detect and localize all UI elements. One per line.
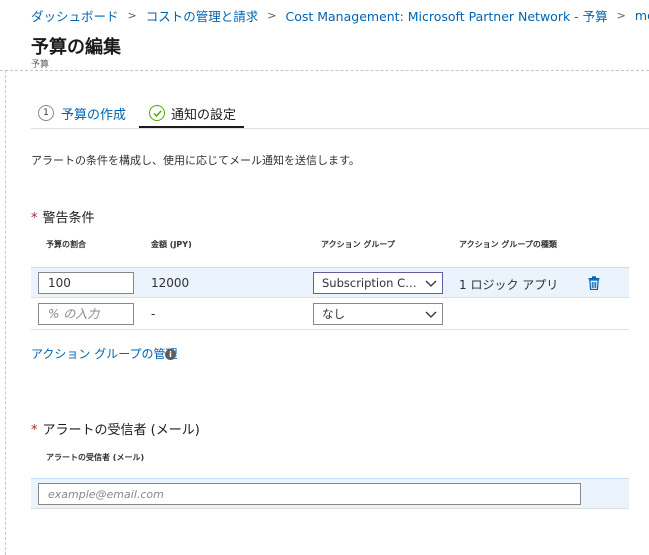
checkmark-icon xyxy=(149,105,165,121)
column-header-action-group-type: アクション グループの種類 xyxy=(459,240,557,249)
chevron-right-icon: > xyxy=(267,8,277,22)
alert-conditions-title: * 警告条件 xyxy=(31,207,95,226)
tab-notification-settings[interactable]: 通知の設定 xyxy=(139,99,245,128)
wizard-tabs: 1 予算の作成 通知の設定 xyxy=(31,99,649,129)
amount-value: - xyxy=(151,307,156,321)
alert-conditions-title-text: 警告条件 xyxy=(42,211,95,226)
recipients-title: * アラートの受信者 (メール) xyxy=(31,419,200,438)
step-number-badge: 1 xyxy=(38,105,54,121)
delete-trash-icon[interactable] xyxy=(588,275,600,294)
blade-left-border xyxy=(5,70,6,555)
column-header-recipients: アラートの受信者 (メール) xyxy=(46,453,145,462)
column-header-action-group: アクション グループ xyxy=(321,240,395,249)
manage-action-groups-link[interactable]: アクション グループの管理 xyxy=(31,345,178,362)
chevron-right-icon: > xyxy=(616,8,626,22)
tab-create-budget-label: 予算の作成 xyxy=(61,107,127,123)
action-group-dropdown[interactable]: Subscription Cos... xyxy=(313,272,443,294)
email-recipient-input[interactable] xyxy=(38,483,581,505)
breadcrumb-cost-management-budgets[interactable]: Cost Management: Microsoft Partner Netwo… xyxy=(285,6,607,25)
chevron-down-icon xyxy=(420,280,442,287)
tab-create-budget[interactable]: 1 予算の作成 xyxy=(38,99,126,127)
tab-notification-settings-label: 通知の設定 xyxy=(171,107,237,123)
email-row[interactable] xyxy=(31,478,629,509)
header-divider xyxy=(0,70,649,71)
column-header-amount: 金額 (JPY) xyxy=(151,240,192,249)
breadcrumb-cost-management-billing[interactable]: コストの管理と請求 xyxy=(146,6,259,25)
action-group-selected: なし xyxy=(322,307,345,321)
table-row[interactable]: 12000 Subscription Cos... 1 ロジック アプリ xyxy=(31,267,629,298)
breadcrumb-dashboard[interactable]: ダッシュボード xyxy=(31,6,119,25)
table-row[interactable]: - なし xyxy=(31,299,629,330)
action-group-type-value: 1 ロジック アプリ xyxy=(459,278,559,292)
budget-percent-input[interactable] xyxy=(38,272,134,294)
required-marker: * xyxy=(31,423,38,438)
chevron-down-icon xyxy=(420,311,442,318)
action-group-dropdown[interactable]: なし xyxy=(313,303,443,325)
page-title: 予算の編集 xyxy=(31,37,121,58)
page-subtitle: 予算 xyxy=(31,60,50,70)
info-icon[interactable]: i xyxy=(165,349,176,360)
budget-percent-input[interactable] xyxy=(38,303,134,325)
breadcrumb: ダッシュボード > コストの管理と請求 > Cost Management: M… xyxy=(0,0,649,30)
amount-value: 12000 xyxy=(151,276,190,290)
chevron-right-icon: > xyxy=(127,8,137,22)
required-marker: * xyxy=(31,211,38,226)
column-header-budget-percent: 予算の割合 xyxy=(46,240,86,249)
breadcrumb-monthly-alert[interactable]: monthly-alert xyxy=(635,8,649,23)
action-group-selected: Subscription Cos... xyxy=(322,276,420,290)
recipients-title-text: アラートの受信者 (メール) xyxy=(42,423,200,438)
description-text: アラートの条件を構成し、使用に応じてメール通知を送信します。 xyxy=(31,154,360,167)
